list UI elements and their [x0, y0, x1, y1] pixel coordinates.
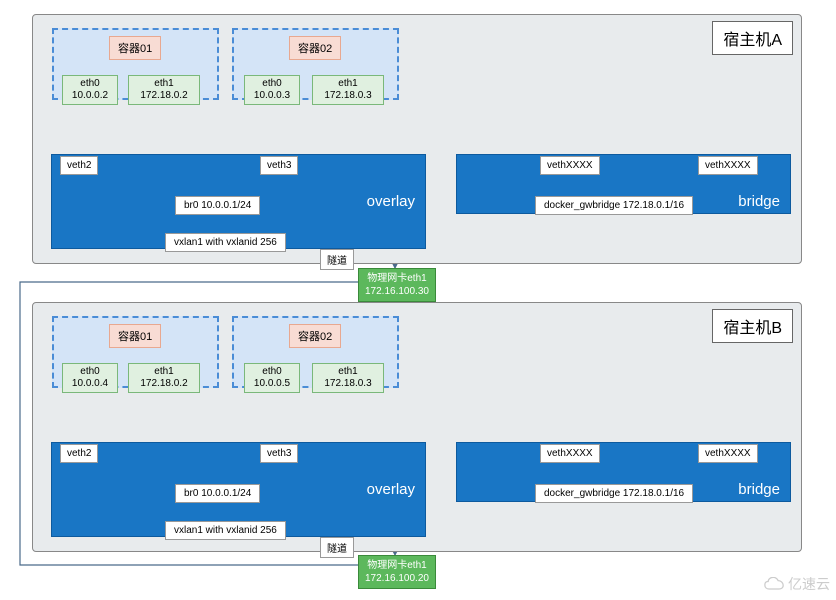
overlay-label: overlay — [367, 193, 415, 210]
host-b-vxlan: vxlan1 with vxlanid 256 — [165, 521, 286, 540]
bridge-label: bridge — [738, 193, 780, 210]
host-b-c2-eth1: eth1172.18.0.3 — [312, 363, 384, 393]
host-b-vethx1: vethXXXX — [540, 444, 600, 463]
host-a-vxlan: vxlan1 with vxlanid 256 — [165, 233, 286, 252]
host-a-tunnel: 隧道 — [320, 249, 354, 270]
watermark: 亿速云 — [764, 574, 830, 594]
host-b-c1-eth1: eth1172.18.0.2 — [128, 363, 200, 393]
cloud-icon — [764, 577, 784, 591]
watermark-text: 亿速云 — [788, 574, 830, 594]
host-b-veth2: veth2 — [60, 444, 98, 463]
container-label: 容器01 — [109, 36, 161, 60]
host-b-vethx2: vethXXXX — [698, 444, 758, 463]
container-label: 容器02 — [289, 324, 341, 348]
host-a-gwbridge: docker_gwbridge 172.18.0.1/16 — [535, 196, 693, 215]
host-b-tunnel: 隧道 — [320, 537, 354, 558]
host-b-br0: br0 10.0.0.1/24 — [175, 484, 260, 503]
host-b-veth3: veth3 — [260, 444, 298, 463]
container-label: 容器01 — [109, 324, 161, 348]
host-a-nic: 物理网卡eth1172.16.100.30 — [358, 268, 436, 302]
bridge-label: bridge — [738, 481, 780, 498]
host-a-veth2: veth2 — [60, 156, 98, 175]
host-b-gwbridge: docker_gwbridge 172.18.0.1/16 — [535, 484, 693, 503]
host-a-c2-eth0: eth010.0.0.3 — [244, 75, 300, 105]
host-a-vethx1: vethXXXX — [540, 156, 600, 175]
host-b-title: 宿主机B — [712, 309, 793, 343]
host-b-c1-eth0: eth010.0.0.4 — [62, 363, 118, 393]
host-a-c1-eth1: eth1172.18.0.2 — [128, 75, 200, 105]
host-a-vethx2: vethXXXX — [698, 156, 758, 175]
host-b-nic: 物理网卡eth1172.16.100.20 — [358, 555, 436, 589]
host-a-title: 宿主机A — [712, 21, 793, 55]
overlay-label: overlay — [367, 481, 415, 498]
host-a-br0: br0 10.0.0.1/24 — [175, 196, 260, 215]
host-a-c1-eth0: eth010.0.0.2 — [62, 75, 118, 105]
container-label: 容器02 — [289, 36, 341, 60]
host-b-c2-eth0: eth010.0.0.5 — [244, 363, 300, 393]
host-a-veth3: veth3 — [260, 156, 298, 175]
host-a-c2-eth1: eth1172.18.0.3 — [312, 75, 384, 105]
